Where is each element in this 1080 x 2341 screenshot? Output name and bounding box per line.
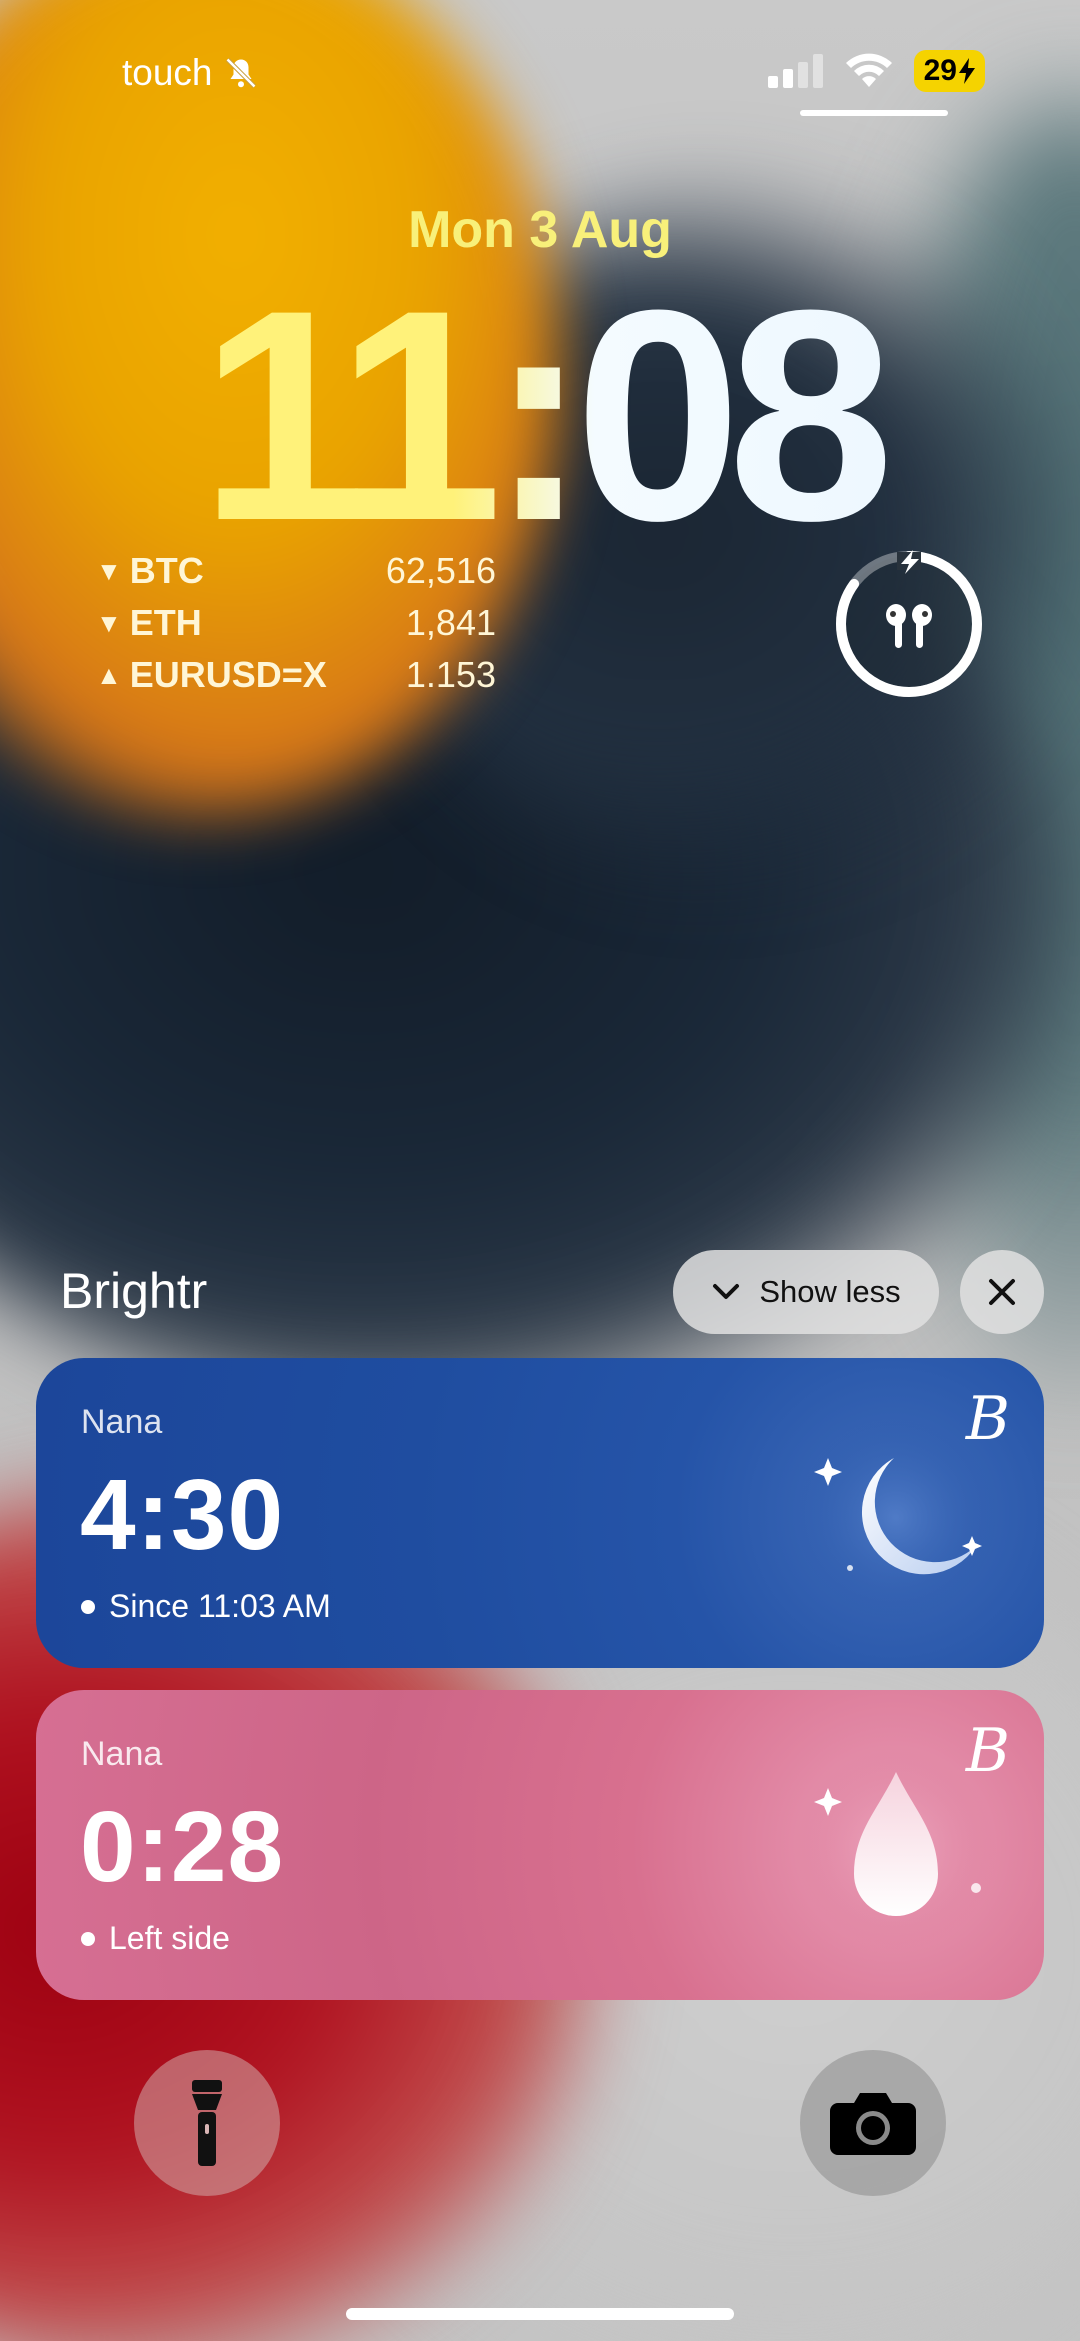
stock-symbol: ETH (129, 602, 202, 643)
card-child-name: Nana (81, 1403, 163, 1441)
notification-card-sleep[interactable]: Nana 4:30 Since 11:03 AM B (36, 1358, 1044, 1668)
carrier-name: touch (122, 52, 213, 93)
down-triangle-icon: ▼ (96, 555, 122, 586)
up-triangle-icon: ▲ (96, 659, 122, 690)
flashlight-button[interactable] (134, 2050, 280, 2196)
status-carrier: touch (122, 52, 259, 94)
status-underline (800, 110, 948, 116)
stock-row-btc: ▼ BTC 62,516 (96, 545, 496, 597)
stock-row-eth: ▼ ETH 1,841 (96, 597, 496, 649)
card-subtitle-text: Since 11:03 AM (109, 1588, 331, 1624)
card-subtitle-text: Left side (109, 1920, 230, 1956)
stock-value: 1,841 (405, 602, 496, 643)
flashlight-icon (192, 2080, 222, 2166)
airpods-battery-widget[interactable] (833, 548, 985, 700)
stock-value: 62,516 (385, 550, 496, 591)
lock-screen: touch 29 Mon 3 Aug 11:08 ▼ BTC 62,516 ▼ … (0, 0, 1080, 2341)
card-duration: 0:28 (80, 1791, 285, 1903)
bullet-dot (81, 1599, 95, 1614)
card-subtitle: Since 11:03 AM (81, 1588, 331, 1625)
show-less-button[interactable]: Show less (673, 1250, 939, 1334)
wifi-icon (845, 53, 892, 87)
bell-slash-icon (225, 57, 256, 89)
battery-level: 29 (923, 54, 957, 87)
chevron-down-icon (713, 1284, 740, 1299)
stock-value: 1.153 (405, 654, 496, 695)
camera-icon (830, 2093, 916, 2155)
close-icon (989, 1279, 1015, 1305)
clear-notifications-button[interactable] (960, 1250, 1044, 1334)
card-duration: 4:30 (80, 1459, 285, 1571)
signal-icon (767, 54, 823, 88)
show-less-label: Show less (759, 1274, 901, 1309)
stock-symbol: BTC (129, 550, 204, 591)
card-child-name: Nana (81, 1735, 163, 1773)
notification-group-title: Brightr (60, 1263, 208, 1319)
bullet-dot (81, 1931, 95, 1946)
camera-button[interactable] (800, 2050, 946, 2196)
down-triangle-icon: ▼ (96, 607, 122, 638)
droplet-icon (796, 1750, 996, 1950)
bolt-icon (959, 58, 975, 84)
card-subtitle: Left side (81, 1920, 230, 1957)
battery-indicator: 29 (913, 50, 985, 92)
stock-row-eurusd: ▲ EURUSD=X 1.153 (96, 649, 496, 701)
stock-symbol: EURUSD=X (129, 654, 327, 695)
home-indicator[interactable] (346, 2308, 734, 2320)
notification-card-feeding[interactable]: Nana 0:28 Left side B (36, 1690, 1044, 2000)
lock-time: 11:08 (0, 265, 1080, 565)
stocks-widget[interactable]: ▼ BTC 62,516 ▼ ETH 1,841 ▲ EURUSD=X 1.15… (96, 545, 496, 701)
status-right: 29 (767, 50, 985, 92)
moon-icon (796, 1418, 996, 1618)
